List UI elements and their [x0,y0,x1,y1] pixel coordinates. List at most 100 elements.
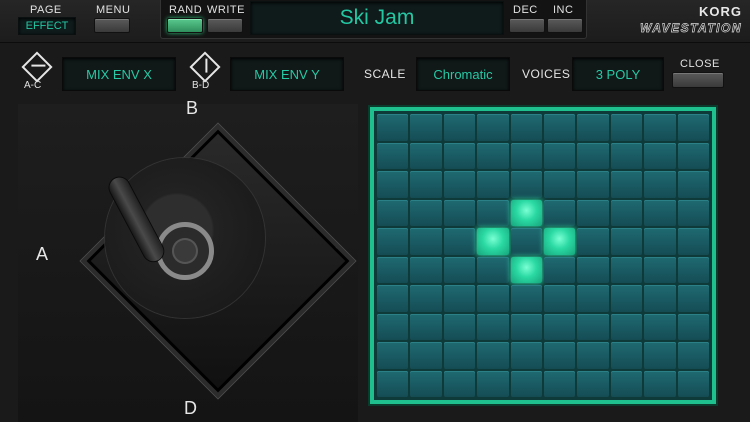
pad-cell-active[interactable] [543,228,576,255]
pad-cell[interactable] [477,171,509,198]
pad-cell[interactable] [510,171,542,198]
pad-cell[interactable] [677,370,709,397]
pad-cell[interactable] [677,114,709,141]
dec-button[interactable] [509,18,545,33]
inc-button[interactable] [547,18,583,33]
menu-button[interactable] [94,18,130,33]
pad-cell[interactable] [477,342,509,369]
pad-cell[interactable] [510,142,542,169]
pad-cell[interactable] [410,228,442,255]
pad-cell[interactable] [377,313,409,340]
pad-cell[interactable] [377,370,409,397]
pad-cell[interactable] [644,199,676,226]
pad-cell[interactable] [610,142,643,169]
pad-cell[interactable] [410,114,442,141]
pad-cell[interactable] [644,256,676,283]
pad-cell[interactable] [577,142,609,169]
pad-cell[interactable] [443,256,476,283]
pad-cell-active[interactable] [510,199,542,226]
pad-cell[interactable] [610,370,643,397]
pad-cell[interactable] [410,313,442,340]
pad-cell[interactable] [644,313,676,340]
pad-cell[interactable] [377,256,409,283]
pad-cell[interactable] [543,285,576,312]
pad-cell[interactable] [610,171,643,198]
pad-cell[interactable] [577,199,609,226]
pad-cell[interactable] [610,228,643,255]
mix-env-x-field[interactable]: MIX ENV X [62,57,176,91]
pad-cell[interactable] [510,342,542,369]
ac-axis-icon[interactable] [21,51,53,83]
pad-cell[interactable] [644,142,676,169]
pad-cell[interactable] [577,285,609,312]
pad-cell[interactable] [443,370,476,397]
pad-cell[interactable] [543,256,576,283]
pad-cell-active[interactable] [510,256,542,283]
pad-cell[interactable] [443,285,476,312]
pad-cell[interactable] [510,228,542,255]
pad-cell[interactable] [443,342,476,369]
pad-cell[interactable] [477,142,509,169]
pad-cell[interactable] [644,370,676,397]
pad-cell[interactable] [410,171,442,198]
write-button[interactable] [207,18,243,33]
pad-cell[interactable] [644,171,676,198]
pad-cell[interactable] [543,142,576,169]
pad-cell[interactable] [644,342,676,369]
pad-cell[interactable] [577,114,609,141]
pad-cell[interactable] [677,256,709,283]
pad-cell[interactable] [377,285,409,312]
pad-cell[interactable] [410,142,442,169]
rand-button[interactable] [167,18,203,33]
mix-env-y-field[interactable]: MIX ENV Y [230,57,344,91]
pad-cell[interactable] [510,370,542,397]
pad-cell[interactable] [677,142,709,169]
pad-cell[interactable] [677,313,709,340]
pad-cell[interactable] [577,342,609,369]
pad-cell[interactable] [543,171,576,198]
pad-cell[interactable] [644,228,676,255]
pad-cell[interactable] [377,171,409,198]
pad-cell[interactable] [477,313,509,340]
pad-cell[interactable] [477,370,509,397]
page-selector[interactable]: EFFECT [18,17,76,35]
pad-cell[interactable] [610,313,643,340]
pad-cell[interactable] [577,171,609,198]
pad-cell[interactable] [377,114,409,141]
pad-cell[interactable] [510,313,542,340]
pad-cell[interactable] [543,199,576,226]
pad-cell[interactable] [610,256,643,283]
pad-cell[interactable] [477,114,509,141]
pad-cell[interactable] [543,114,576,141]
pad-cell[interactable] [377,142,409,169]
pad-cell[interactable] [377,228,409,255]
pad-cell[interactable] [610,114,643,141]
pad-cell[interactable] [577,370,609,397]
pad-cell[interactable] [677,171,709,198]
pad-cell[interactable] [443,228,476,255]
pad-cell[interactable] [543,370,576,397]
pad-cell[interactable] [577,313,609,340]
pad-cell[interactable] [477,199,509,226]
scale-selector[interactable]: Chromatic [416,57,510,91]
pad-cell[interactable] [677,228,709,255]
bd-axis-icon[interactable] [189,51,221,83]
pad-cell[interactable] [377,199,409,226]
pad-cell[interactable] [644,285,676,312]
pad-cell[interactable] [677,285,709,312]
pad-cell[interactable] [543,342,576,369]
pad-cell[interactable] [410,342,442,369]
pad-cell[interactable] [443,171,476,198]
pad-cell[interactable] [510,114,542,141]
pad-cell[interactable] [610,285,643,312]
pad-cell[interactable] [677,342,709,369]
pad-cell[interactable] [577,256,609,283]
pad-cell[interactable] [644,114,676,141]
pad-cell[interactable] [377,342,409,369]
pad-cell[interactable] [443,313,476,340]
pad-cell[interactable] [543,313,576,340]
pad-cell[interactable] [410,199,442,226]
pad-cell[interactable] [477,285,509,312]
pad-cell[interactable] [443,199,476,226]
pad-cell[interactable] [610,342,643,369]
